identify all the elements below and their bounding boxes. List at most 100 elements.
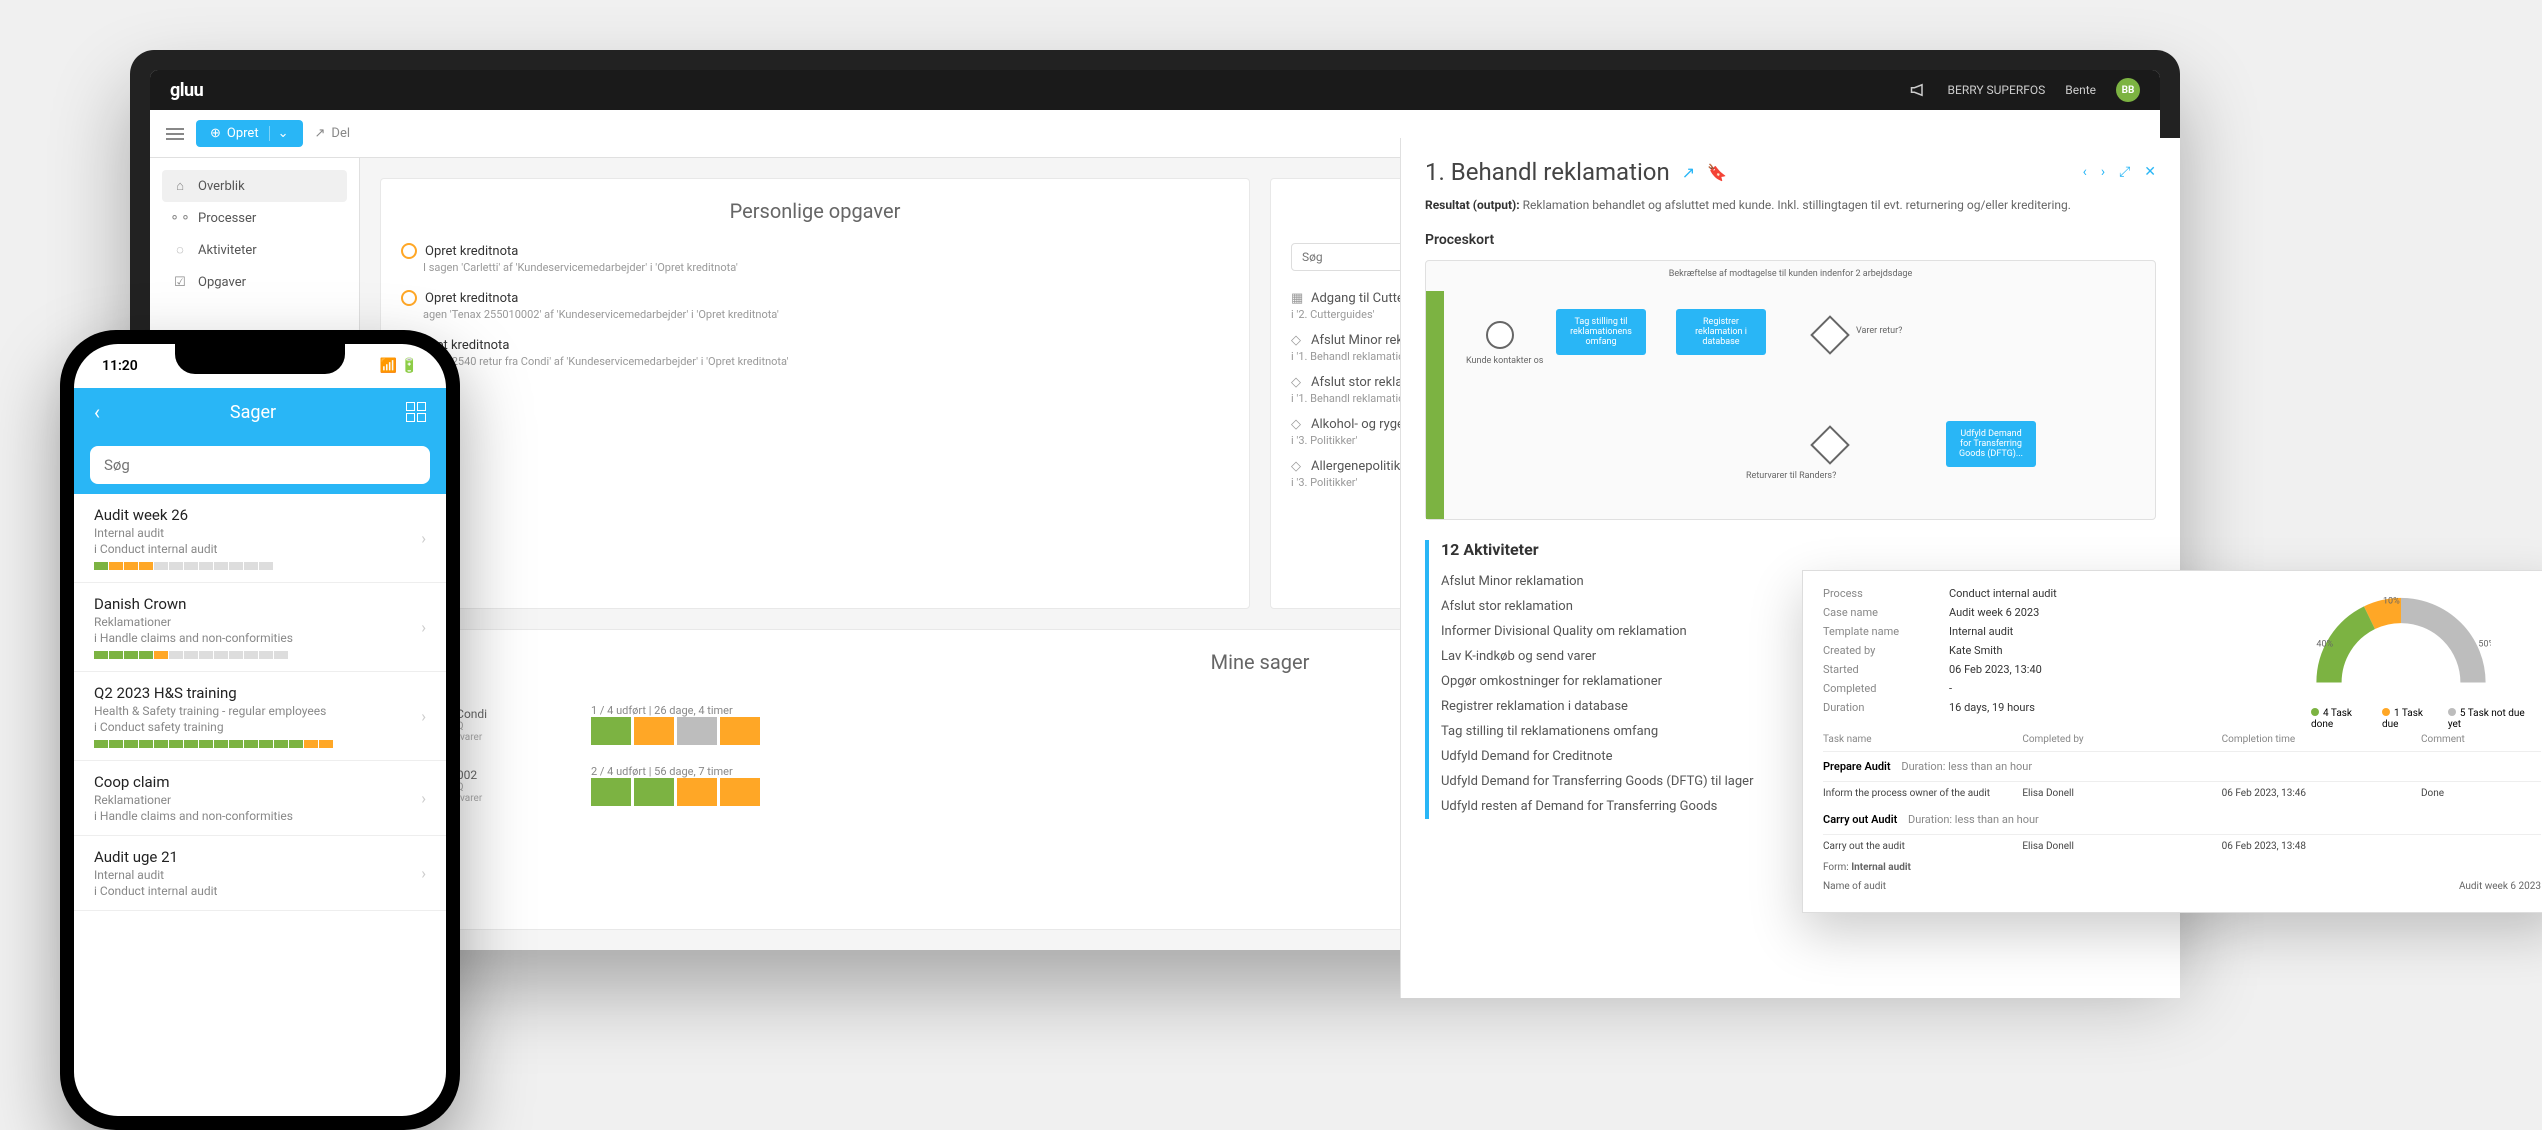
check-icon: ☑ [172,274,188,290]
row-by: Elisa Donell [2022,788,2221,799]
progress-text: 2 / 4 udført [591,765,646,778]
donut-svg: 40% 10% 50% [2311,587,2491,697]
task-item[interactable]: pret kreditnota agen '2540 retur fra Con… [401,337,1229,368]
back-icon[interactable]: ‹ [94,400,100,424]
meta-label: Template name [1823,625,1933,638]
next-icon[interactable]: › [2101,164,2105,180]
report-row: Inform the process owner of the audit El… [1823,782,2541,805]
time-text: 26 dage, 4 timer [654,704,733,717]
legend-dot-green [2311,708,2319,716]
diagram-label: Returvarer til Randers? [1746,471,1836,481]
form-label: Form: [1823,862,1849,873]
meta-label: Created by [1823,644,1933,657]
case-item[interactable]: Danish Crown Reklamationer i Handle clai… [74,583,446,672]
case-title: Coop claim [94,773,426,791]
case-sub: i Handle claims and non-conformities [94,631,426,645]
audit-label: Name of audit [1823,881,1886,892]
expand-icon[interactable]: ⤢ [2119,164,2130,180]
grid-icon[interactable] [406,402,426,422]
diagram-task[interactable]: Registrer reklamation i database [1676,309,1766,355]
chevron-right-icon: › [421,529,426,548]
task-title: Opret kreditnota [401,290,1229,306]
detail-header: 1. Behandl reklamation ↗ 🔖 ‹ › ⤢ ✕ [1425,158,2156,186]
phone-search-bar [74,436,446,494]
diamond-icon: ◇ [1291,375,1305,390]
case-item[interactable]: Coop claim Reklamationer i Handle claims… [74,761,446,836]
case-item[interactable]: Audit uge 21 Internal audit i Conduct in… [74,836,446,911]
case-item[interactable]: Q2 2023 H&S training Health & Safety tra… [74,672,446,761]
logo: gluu [170,80,203,101]
chevron-right-icon: › [421,789,426,808]
meta-label: Completed [1823,682,1933,695]
report-card: ProcessConduct internal audit Case nameA… [1802,570,2542,913]
sidebar-item-label: Opgaver [198,275,246,290]
form-value: Internal audit [1851,862,1911,873]
case-sub: i Conduct safety training [94,720,426,734]
hamburger-icon[interactable] [166,128,184,140]
col-header: Completion time [2222,734,2421,745]
section-title: Carry out Audit [1823,813,1897,826]
sidebar-item-overblik[interactable]: ⌂ Overblik [162,170,347,202]
bookmark-icon[interactable]: 🔖 [1707,163,1727,182]
external-link-icon[interactable]: ↗ [1682,163,1695,182]
task-item[interactable]: Opret kreditnota agen 'Tenax 255010002' … [401,290,1229,321]
process-diagram[interactable]: Bekræftelse af modtagelse til kunden ind… [1425,260,2156,520]
diagram-task[interactable]: Tag stilling til reklamationens omfang [1556,309,1646,355]
activity-icon: ◌ [172,242,188,258]
legend-dot-gray [2448,708,2456,716]
user-name[interactable]: Bente [2065,83,2096,97]
chevron-right-icon: › [421,618,426,637]
row-comment [2421,841,2541,852]
instruction-title: Allergenepolitik [1311,459,1400,474]
opret-button[interactable]: ⊕ Opret ⌄ [196,120,303,147]
case-title: Danish Crown [94,595,426,613]
chevron-right-icon: › [421,707,426,726]
task-title: Opret kreditnota [401,243,1229,259]
section-duration: Duration: less than an hour [1901,760,2032,773]
phone-search-input[interactable] [90,446,430,484]
del-button[interactable]: ↗ Del [315,126,351,141]
case-list[interactable]: Audit week 26 Internal audit i Conduct i… [74,494,446,911]
sidebar-item-aktiviteter[interactable]: ◌ Aktiviteter [162,234,347,266]
case-sub: i Handle claims and non-conformities [94,809,426,823]
legend-dot-orange [2382,708,2390,716]
announce-icon[interactable] [1910,83,1928,97]
progress-blocks [591,778,760,806]
phone-signal-icons: 📶 🔋 [380,358,418,374]
avatar[interactable]: BB [2116,78,2140,102]
case-item[interactable]: Audit week 26 Internal audit i Conduct i… [74,494,446,583]
result-value: Reklamation behandlet og afsluttet med k… [1523,198,2071,212]
sidebar-item-processer[interactable]: ⚬⚬ Processer [162,202,347,234]
phone-notch [175,344,345,374]
start-event [1486,321,1514,349]
result-label: Resultat (output): [1425,198,1520,212]
col-header: Comment [2421,734,2541,745]
phone-header: ‹ Sager [74,388,446,436]
doc-icon: ▦ [1291,291,1305,306]
task-item[interactable]: Opret kreditnota I sagen 'Carletti' af '… [401,243,1229,274]
detail-title: 1. Behandl reklamation ↗ 🔖 [1425,158,1727,186]
task-sub: agen 'Tenax 255010002' af 'Kundeservicem… [423,308,1229,321]
prev-icon[interactable]: ‹ [2083,164,2087,180]
row-by: Elisa Donell [2022,841,2221,852]
section-duration: Duration: less than an hour [1908,813,2039,826]
section-title: Prepare Audit [1823,760,1891,773]
case-sub: i Conduct internal audit [94,542,426,556]
home-icon: ⌂ [172,178,188,194]
donut-legend: 4 Task done 1 Task due 5 Task not due ye… [2311,708,2531,730]
report-row: Carry out the audit Elisa Donell 06 Feb … [1823,835,2541,858]
svg-text:40%: 40% [2316,640,2333,650]
sidebar-item-opgaver[interactable]: ☑ Opgaver [162,266,347,298]
sidebar-item-label: Aktiviteter [198,243,257,258]
opret-label: Opret [227,126,259,141]
row-time: 06 Feb 2023, 13:48 [2222,841,2421,852]
meta-label: Process [1823,587,1933,600]
phone-header-title: Sager [230,402,276,423]
close-icon[interactable]: ✕ [2144,164,2156,180]
sidebar-item-label: Overblik [198,179,245,194]
top-bar: gluu BERRY SUPERFOS Bente BB [150,70,2160,110]
diagram-task[interactable]: Udfyld Demand for Transferring Goods (DF… [1946,421,2036,467]
result-text: Resultat (output): Reklamation behandlet… [1425,198,2156,212]
phone-screen: 11:20 📶 🔋 ‹ Sager Audit week 26 Internal… [74,344,446,1116]
row-time: 06 Feb 2023, 13:46 [2222,788,2421,799]
